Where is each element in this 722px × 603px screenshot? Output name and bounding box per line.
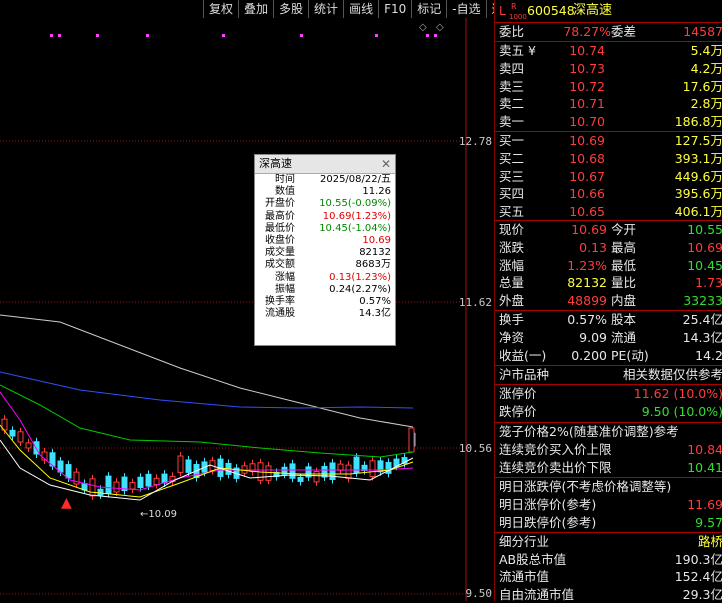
candle-body [298,477,303,481]
candle-body [266,466,271,480]
popup-row: 时间 2025/08/22/五 [255,174,395,186]
quote-row: 涨跌 0.13 最高 10.69 [495,239,722,257]
candle-body [66,465,71,478]
candle-body [186,460,191,472]
popup-row: 收盘价 10.69 [255,235,395,247]
tomorrow-title: 明日涨跌停(不考虑价格调整等) [495,478,722,496]
sell-row: 卖四 10.73 4.2万 [495,60,722,78]
y-axis-label-mid: 10.56 [459,442,492,455]
candle-body [409,428,414,452]
ma120-line [0,372,413,408]
signal-dot [146,34,149,37]
signal-dot [96,34,99,37]
fund-row: 净资 9.09 流通 14.3亿 [495,329,722,347]
signal-dot [50,34,53,37]
y-axis-label-high: 12.78 [459,135,492,148]
close-icon[interactable]: ✕ [381,155,391,173]
sell-row: 卖二 10.71 2.8万 [495,95,722,113]
signal-dot [426,34,429,37]
candle-body [130,483,135,489]
fund-row: 换手 0.57% 股本 25.4亿 [495,311,722,329]
popup-row: 最低价 10.45(-1.04%) [255,223,395,235]
industry-row: 自由流通市值 29.3亿 [495,586,722,603]
signal-dot [434,34,437,37]
quote-panel: L R 1000 600548 深高速 委比 78.27% 委差 14587 卖… [494,0,722,601]
popup-row: 数值 11.26 [255,186,395,198]
popup-row: 涨幅 0.13(1.23%) [255,272,395,284]
quote-row: 涨幅 1.23% 最低 10.45 [495,257,722,275]
candle-body [26,443,31,448]
popup-row: 开盘价 10.55(-0.09%) [255,198,395,210]
candle-body [138,477,143,487]
candle-body [314,471,319,481]
candle-body [330,463,335,480]
kline-chart[interactable]: 复权 叠加 多股 统计 画线 F10 标记 -自选 返回 12.78 11.62… [0,0,494,601]
chart-canvas[interactable] [0,0,494,601]
signal-dot [222,34,225,37]
quote-row: 现价 10.69 今开 10.55 [495,221,722,239]
sell-row: 卖三 10.72 17.6万 [495,78,722,96]
ma60-line [0,385,413,457]
popup-row: 成交量 82132 [255,247,395,259]
buy-row: 买五 10.65 406.1万 [495,203,722,221]
popup-row: 流通股 14.3亿 [255,308,395,320]
stock-name: 深高速 [573,0,612,22]
popup-row: 振幅 0.24(2.27%) [255,284,395,296]
y-axis-label-low: 9.50 [466,587,493,600]
diamond-icon: ◇ [419,22,427,33]
popup-title: 深高速 ✕ [255,155,395,174]
candle-body [370,461,375,477]
candle-body [114,482,119,492]
buy-row: 买二 10.68 393.1万 [495,150,722,168]
industry-row: 流通市值 152.4亿 [495,568,722,586]
limit-row: 涨停价 11.62 (10.0%) [495,385,722,403]
sell-row: 卖一 10.70 186.8万 [495,113,722,131]
signal-dot [375,34,378,37]
candle-body [106,476,111,493]
fund-row: 收益(一) 0.200 PE(动) 14.2 [495,347,722,365]
cage-row: 连续竞价买入价上限 10.84 [495,441,722,459]
limit-row: 跌停价 9.50 (10.0%) [495,403,722,421]
candle-body [98,489,103,495]
candle-body [290,464,295,478]
cage-row: 连续竞价卖出价下限 10.41 [495,459,722,477]
candle-body [18,432,23,442]
candle-body [346,465,351,478]
quote-row: 外盘 48899 内盘 33233 [495,292,722,310]
stock-header: L R 1000 600548 深高速 [495,0,722,22]
tomorrow-row: 明日跌停价(参考) 9.57 [495,514,722,532]
candle-body [146,474,151,486]
tomorrow-row: 明日涨停价(参考) 11.69 [495,496,722,514]
popup-row: 成交额 8683万 [255,259,395,271]
candle-body [10,430,15,436]
quote-row: 总量 82132 量比 1.73 [495,274,722,292]
industry-row: 细分行业 路桥 [495,533,722,551]
industry-row: AB股总市值 190.3亿 [495,551,722,569]
flag-l: L [499,0,506,22]
low-price-marker: ←10.09 [140,509,177,520]
popup-row: 最高价 10.69(1.23%) [255,211,395,223]
sell-row: 卖五 ¥ 10.74 5.4万 [495,42,722,60]
weibi-row: 委比 78.27% 委差 14587 [495,23,722,41]
candle-body [154,478,159,484]
ohlc-tooltip-popup: 深高速 ✕ 时间 2025/08/22/五 数值 11.26 开盘价 10.55… [254,154,396,346]
candle-body [338,464,343,470]
buy-row: 买一 10.69 127.5万 [495,132,722,150]
stock-code: 600548 [527,0,575,22]
candle-body [178,456,183,472]
buy-row: 买三 10.67 449.6万 [495,168,722,186]
buy-row: 买四 10.66 395.6万 [495,185,722,203]
signal-dot [58,34,61,37]
up-arrow-icon: ▲ [61,495,72,511]
signal-dot [300,34,303,37]
popup-row: 换手率 0.57% [255,296,395,308]
cage-title: 笼子价格2%(随基准价调整)参考 [495,423,722,441]
candle-body [90,479,95,496]
y-axis-label-limit-up: 11.62 [459,296,492,309]
diamond-icon: ◇ [436,22,444,33]
hushi-row: 沪市品种 相关数据仅供参考 [495,366,722,384]
